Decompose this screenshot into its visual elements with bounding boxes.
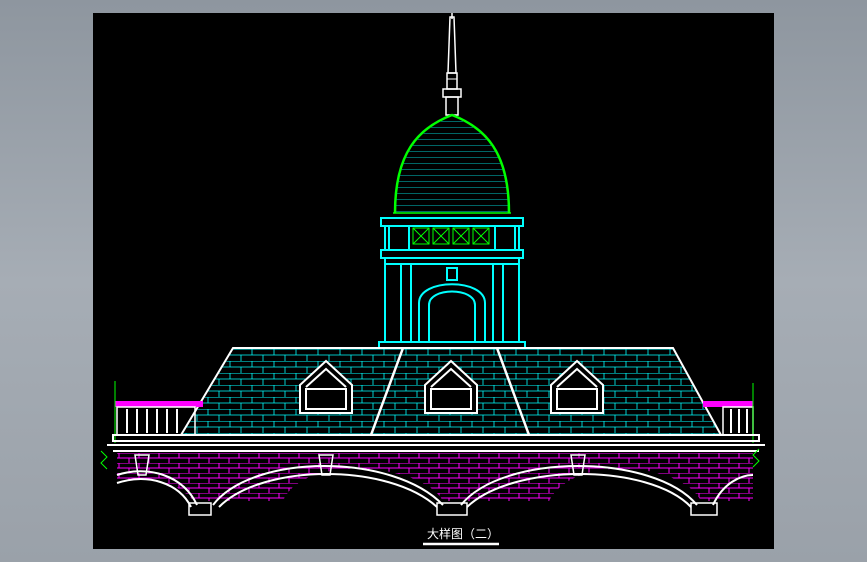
drawing-title: 大样图（二） [426, 527, 499, 541]
brick-wall [117, 453, 753, 501]
pier-bases [188, 502, 718, 516]
cad-drawing-viewport[interactable]: 大样图（二） [93, 13, 774, 549]
cupola-balustrade [412, 227, 490, 245]
elevation-detail-drawing [100, 13, 765, 546]
spire [442, 13, 462, 116]
onion-dome [393, 113, 511, 214]
cupola-tower [378, 217, 526, 349]
cornice [107, 434, 765, 452]
